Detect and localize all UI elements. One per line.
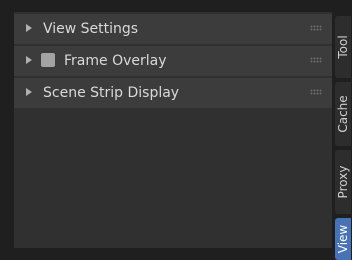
tab-cache-label: Cache [336, 95, 350, 133]
grip-dots-icon[interactable] [310, 25, 322, 31]
tab-tool[interactable]: Tool [335, 16, 351, 78]
panel-header-scene-strip-display[interactable]: Scene Strip Display [14, 78, 332, 108]
sidebar-region: View Settings Frame Overlay Scene Strip … [0, 0, 352, 260]
sidebar-tab-strip: Tool Cache Proxy View [334, 12, 352, 260]
frame-overlay-checkbox[interactable] [41, 53, 55, 67]
disclosure-triangle-right-icon[interactable] [26, 24, 32, 32]
grip-dots-icon[interactable] [310, 57, 322, 63]
panel-header-view-settings[interactable]: View Settings [14, 14, 332, 44]
panel-title-view-settings: View Settings [43, 21, 139, 37]
panel-area: View Settings Frame Overlay Scene Strip … [14, 12, 332, 248]
tab-tool-label: Tool [336, 35, 350, 59]
panel-title-scene-strip-display: Scene Strip Display [43, 85, 180, 101]
panel-title-frame-overlay: Frame Overlay [64, 53, 167, 69]
tab-proxy[interactable]: Proxy [335, 150, 351, 214]
tab-view[interactable]: View [335, 218, 351, 260]
tab-cache[interactable]: Cache [335, 82, 351, 146]
grip-dots-icon[interactable] [310, 89, 322, 95]
disclosure-triangle-right-icon[interactable] [26, 88, 32, 96]
tab-view-label: View [336, 224, 350, 254]
tab-proxy-label: Proxy [336, 165, 350, 199]
panel-header-frame-overlay[interactable]: Frame Overlay [14, 46, 332, 76]
disclosure-triangle-right-icon[interactable] [26, 56, 32, 64]
